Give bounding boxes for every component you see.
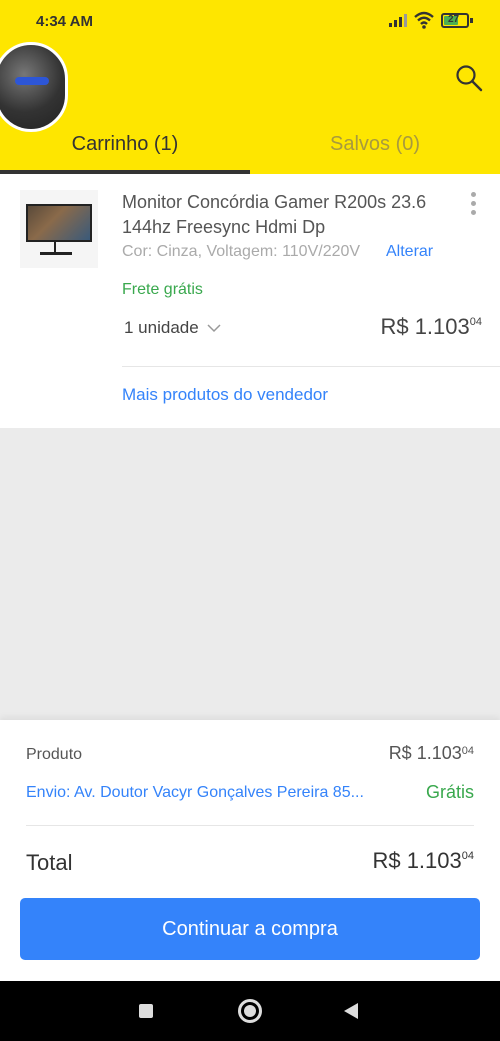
change-variant-link[interactable]: Alterar: [386, 243, 433, 261]
item-price-main: R$ 1.103: [380, 314, 470, 339]
home-icon[interactable]: [238, 999, 262, 1023]
tab-cart-label: Carrinho (1): [71, 133, 179, 155]
status-time: 4:34 AM: [36, 13, 93, 30]
product-thumbnail[interactable]: [20, 190, 98, 268]
battery-icon: 27: [441, 13, 473, 28]
search-icon[interactable]: [455, 64, 483, 92]
more-options-icon[interactable]: [466, 192, 480, 222]
continue-purchase-button[interactable]: Continuar a compra: [20, 898, 480, 960]
free-shipping-label: Frete grátis: [122, 281, 203, 298]
product-subtotal-label: Produto: [26, 746, 83, 763]
divider: [122, 366, 500, 367]
recent-apps-icon[interactable]: [139, 1004, 153, 1018]
signal-icon: [389, 14, 407, 27]
status-bar: 4:34 AM 27: [0, 0, 500, 42]
tab-saved[interactable]: Salvos (0): [250, 126, 500, 174]
total-price-cents: 04: [461, 850, 474, 862]
product-title[interactable]: Monitor Concórdia Gamer R200s 23.6 144hz…: [122, 190, 452, 240]
tab-cart[interactable]: Carrinho (1): [0, 126, 250, 174]
more-from-seller-link[interactable]: Mais produtos do vendedor: [122, 385, 328, 405]
item-price-cents: 04: [469, 316, 482, 328]
product-subtotal-main: R$ 1.103: [388, 743, 462, 763]
back-icon[interactable]: [344, 1003, 358, 1019]
quantity-selector[interactable]: 1 unidade: [124, 318, 199, 338]
app-header: Carrinho (1) Salvos (0): [0, 42, 500, 174]
product-subtotal: R$ 1.10304: [389, 743, 474, 764]
shipping-address-link[interactable]: Envio: Av. Doutor Vacyr Gonçalves Pereir…: [26, 784, 396, 802]
total-price-main: R$ 1.103: [372, 848, 462, 873]
total-label: Total: [26, 850, 73, 875]
total-price: R$ 1.10304: [372, 848, 474, 874]
cart-item-card: Monitor Concórdia Gamer R200s 23.6 144hz…: [0, 174, 500, 428]
product-subtotal-cents: 04: [461, 745, 474, 757]
system-nav-bar: [0, 981, 500, 1041]
wifi-icon: [414, 11, 434, 29]
chevron-down-icon[interactable]: [206, 322, 222, 334]
item-price: R$ 1.10304: [380, 314, 482, 340]
battery-level: 27: [448, 14, 460, 25]
shipping-price: Grátis: [425, 782, 474, 802]
divider: [26, 825, 474, 826]
tab-saved-label: Salvos (0): [329, 133, 421, 155]
product-variant: Cor: Cinza, Voltagem: 110V/220V: [122, 243, 361, 260]
avatar[interactable]: [0, 42, 68, 132]
order-summary: Produto R$ 1.10304 Envio: Av. Doutor Vac…: [0, 720, 500, 982]
